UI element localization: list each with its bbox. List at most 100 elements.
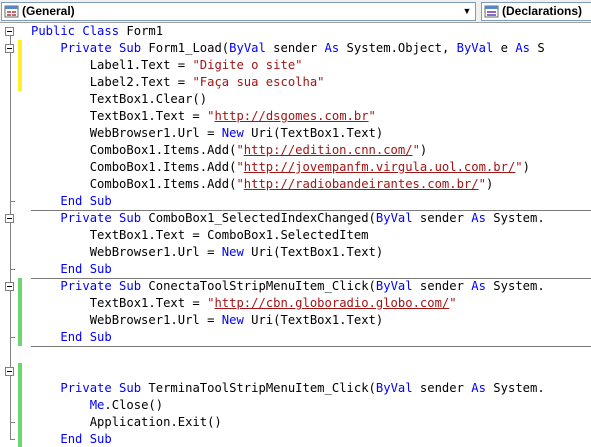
code-line-text: Me.Close() [31,397,163,414]
code-token: ComboBox1.Items.Add( [31,177,237,191]
code-line-text: Application.Exit() [31,414,222,431]
string-token: " [412,143,420,157]
code-line-text: WebBrowser1.Url = New Uri(TextBox1.Text) [31,244,384,261]
code-token: .Close() [104,398,164,412]
code-line[interactable]: Label2.Text = "Faça sua escolha" [0,74,591,91]
code-line[interactable]: End Sub [0,261,591,278]
string-token: " [236,160,244,174]
code-line-text: Label1.Text = "Digite o site" [31,57,303,74]
code-token: S [530,41,545,55]
procedure-select[interactable]: (Declarations) [481,2,591,21]
code-line[interactable]: ComboBox1.Items.Add( "http://edition.cnn.… [0,142,591,159]
keyword-token: New [221,313,244,327]
code-line[interactable]: End Sub [0,431,591,447]
string-token: "Digite o site" [192,58,303,72]
code-line-text: Private Sub TerminaToolStripMenuItem_Cli… [31,380,544,397]
code-token: Uri(TextBox1.Text) [243,126,384,140]
code-token: Uri(TextBox1.Text) [243,313,384,327]
keyword-token: As [515,41,531,55]
code-token: System.Object, [339,41,457,55]
code-line[interactable]: WebBrowser1.Url = New Uri(TextBox1.Text) [0,125,591,142]
code-line[interactable]: TextBox1.Text = "http://dsgomes.com.br" [0,108,591,125]
string-token: " [478,177,486,191]
code-line[interactable]: TextBox1.Text = ComboBox1.SelectedItem [0,227,591,244]
code-token: e [493,41,516,55]
code-line[interactable] [0,346,591,363]
keyword-token: ByVal [229,41,266,55]
code-editor[interactable]: Public Class Form1 Private Sub Form1_Loa… [0,23,591,447]
code-line[interactable]: End Sub [0,329,591,346]
code-line-text: ComboBox1.Items.Add("http://jovempanfm.v… [31,159,530,176]
code-token: ComboBox1_SelectedIndexChanged( [148,211,376,225]
code-line-text: TextBox1.Text = ComboBox1.SelectedItem [31,227,369,244]
code-line[interactable]: Private Sub ConectaToolStripMenuItem_Cli… [0,278,591,295]
string-token: "Faça sua escolha" [192,75,325,89]
code-line[interactable]: ComboBox1.Items.Add("http://jovempanfm.v… [0,159,591,176]
code-line-text: TextBox1.Clear() [31,91,207,108]
code-token: TextBox1.Clear() [31,92,208,106]
code-line[interactable]: End Sub [0,193,591,210]
keyword-token: End Sub [60,432,112,446]
code-line[interactable]: Me.Close() [0,397,591,414]
code-line[interactable]: TextBox1.Clear() [0,91,591,108]
code-token: WebBrowser1.Url = [31,245,222,259]
keyword-token: Private Sub [60,41,149,55]
code-line-text: ComboBox1.Items.Add( "http://radiobandeir… [31,176,494,193]
keyword-token: ByVal [375,279,413,293]
code-line-text: TextBox1.Text = "http://cbn.globoradio.g… [31,295,457,312]
code-token: ConectaToolStripMenuItem_Click( [148,279,376,293]
keyword-token: As [471,279,486,293]
code-token: Uri(TextBox1.Text) [243,245,384,259]
code-line-text: ComboBox1.Items.Add( "http://edition.cnn.… [31,142,428,159]
code-token: TerminaToolStripMenuItem_Click( [148,381,376,395]
code-line[interactable]: TextBox1.Text = "http://cbn.globoradio.g… [0,295,591,312]
code-line[interactable]: Private Sub TerminaToolStripMenuItem_Cli… [0,380,591,397]
code-token: System. [485,279,545,293]
class-objects-icon [4,4,19,19]
code-line-text: WebBrowser1.Url = New Uri(TextBox1.Text) [31,125,384,142]
url-token[interactable]: http://jovempanfm.virgula.uol.com.br/ [244,160,516,174]
code-line-text: Public Class Form1 [31,23,163,40]
procedure-select-value: (Declarations) [502,4,583,18]
string-token: " [449,296,457,310]
code-line-text: Private Sub ConectaToolStripMenuItem_Cli… [31,278,545,295]
code-line[interactable]: Private Sub Form1_Load(ByVal sender As S… [0,40,591,57]
code-token: WebBrowser1.Url = [31,313,222,327]
object-select[interactable]: (General) ▼ [1,2,476,21]
code-token: Label2.Text = [31,75,193,89]
url-token[interactable]: http://radiobandeirantes.com.br/ [244,177,479,191]
code-line[interactable]: Application.Exit() [0,414,591,431]
code-line-text: Label2.Text = "Faça sua escolha" [31,74,325,91]
code-line-text: End Sub [31,193,111,210]
keyword-token: As [471,381,486,395]
code-token: ) [485,177,494,191]
code-token: ) [522,160,530,174]
chevron-down-icon[interactable]: ▼ [460,4,474,19]
keyword-token: End Sub [60,330,112,344]
code-line[interactable] [0,363,591,380]
code-navigation-bar: (General) ▼ (Declarations) [0,0,591,23]
code-line[interactable]: WebBrowser1.Url = New Uri(TextBox1.Text) [0,244,591,261]
code-line[interactable]: Public Class Form1 [0,23,591,40]
code-line[interactable]: Private Sub ComboBox1_SelectedIndexChang… [0,210,591,227]
string-token: " [515,160,523,174]
code-line[interactable]: ComboBox1.Items.Add( "http://radiobandeir… [0,176,591,193]
code-line[interactable]: Label1.Text = "Digite o site" [0,57,591,74]
url-token[interactable]: http://edition.cnn.com/ [244,143,413,157]
code-token: TextBox1.Text = [31,109,208,123]
code-line[interactable]: WebBrowser1.Url = New Uri(TextBox1.Text) [0,312,591,329]
code-token: Label1.Text = [31,58,193,72]
keyword-token: As [471,211,486,225]
code-token: ComboBox1.Items.Add( [31,143,237,157]
url-token[interactable]: http://cbn.globoradio.globo.com/ [214,296,449,310]
url-token[interactable]: http://dsgomes.com.br [214,109,368,123]
code-line-text: End Sub [31,431,112,447]
